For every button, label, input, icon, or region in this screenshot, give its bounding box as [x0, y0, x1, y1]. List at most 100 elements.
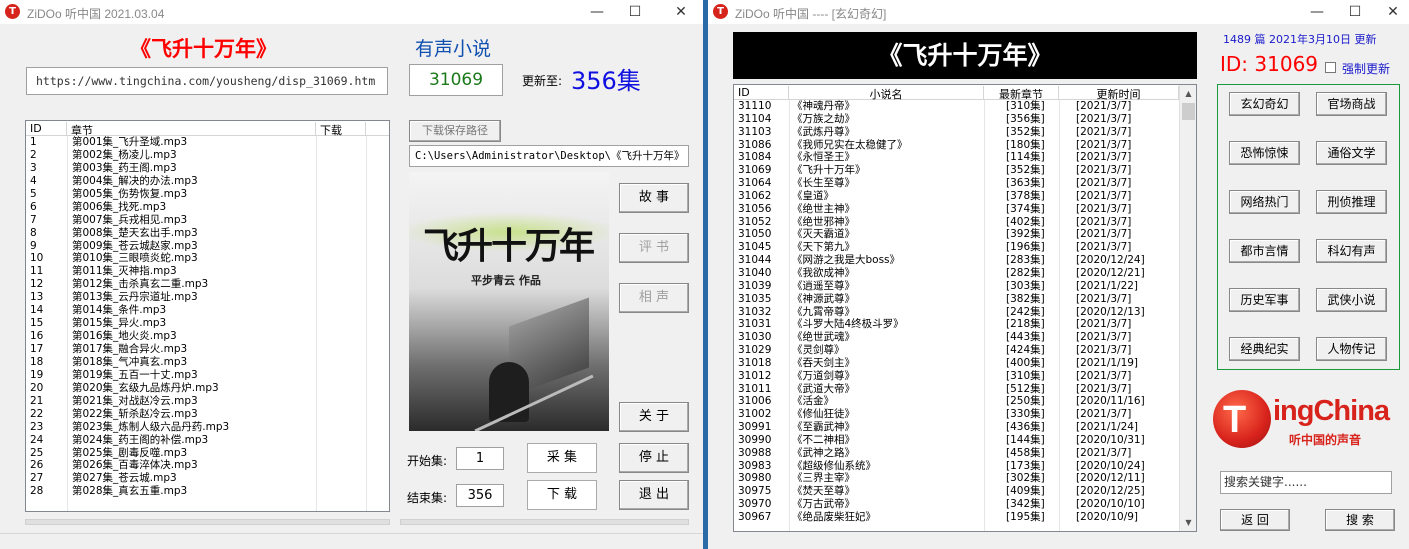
novel-row[interactable]: 31045 《天下第九》 [196集] [2021/3/7]: [734, 241, 1196, 254]
category-button-10[interactable]: 经典纪实: [1229, 337, 1300, 361]
storytelling-button[interactable]: 评 书: [619, 233, 689, 263]
category-button-1[interactable]: 官场商战: [1316, 92, 1387, 116]
novel-row[interactable]: 31044 《网游之我是大boss》 [283集] [2020/12/24]: [734, 254, 1196, 267]
force-update-checkbox[interactable]: [1325, 62, 1336, 73]
category-button-11[interactable]: 人物传记: [1316, 337, 1387, 361]
crosstalk-button[interactable]: 相 声: [619, 283, 689, 313]
novel-row[interactable]: 30980 《三界主宰》 [302集] [2020/12/11]: [734, 472, 1196, 485]
chapter-row[interactable]: 1 第001集_飞升圣域.mp3: [26, 136, 389, 149]
category-button-2[interactable]: 恐怖惊悚: [1229, 141, 1300, 165]
chapter-row[interactable]: 22 第022集_斩杀赵冷云.mp3: [26, 408, 389, 421]
novel-row[interactable]: 30988 《武神之路》 [458集] [2021/3/7]: [734, 447, 1196, 460]
exit-button[interactable]: 退 出: [619, 480, 689, 510]
scroll-up-icon[interactable]: ▲: [1180, 85, 1196, 102]
novel-row[interactable]: 30991 《至霸武神》 [436集] [2021/1/24]: [734, 421, 1196, 434]
col-latest-chapter[interactable]: 最新章节: [984, 86, 1059, 101]
chapter-row[interactable]: 20 第020集_玄级九品炼丹炉.mp3: [26, 382, 389, 395]
start-episode-input[interactable]: 1: [456, 447, 504, 470]
chapter-row[interactable]: 10 第010集_三眼喷炎蛇.mp3: [26, 252, 389, 265]
novel-row[interactable]: 30990 《不二神相》 [144集] [2020/10/31]: [734, 434, 1196, 447]
novel-row[interactable]: 31011 《武道大帝》 [512集] [2021/3/7]: [734, 383, 1196, 396]
category-button-6[interactable]: 都市言情: [1229, 239, 1300, 263]
close-icon[interactable]: ✕: [666, 2, 696, 22]
save-path-button[interactable]: 下载保存路径: [409, 120, 501, 142]
save-path-field[interactable]: C:\Users\Administrator\Desktop\《飞升十万年》: [409, 145, 689, 167]
chapter-row[interactable]: 14 第014集_条件.mp3: [26, 304, 389, 317]
novel-row[interactable]: 31012 《万道剑尊》 [310集] [2021/3/7]: [734, 370, 1196, 383]
chapter-row[interactable]: 26 第026集_百毒淬体决.mp3: [26, 459, 389, 472]
novel-row[interactable]: 31031 《斗罗大陆4终极斗罗》 [218集] [2021/3/7]: [734, 318, 1196, 331]
close-icon[interactable]: ✕: [1378, 2, 1408, 22]
novel-row[interactable]: 31030 《绝世武魂》 [443集] [2021/3/7]: [734, 331, 1196, 344]
novel-row[interactable]: 31062 《皇道》 [378集] [2021/3/7]: [734, 190, 1196, 203]
force-update-label[interactable]: 强制更新: [1342, 60, 1390, 77]
novel-row[interactable]: 31084 《永恒圣王》 [114集] [2021/3/7]: [734, 151, 1196, 164]
novel-row[interactable]: 31069 《飞升十万年》 [352集] [2021/3/7]: [734, 164, 1196, 177]
search-button[interactable]: 搜 索: [1325, 509, 1395, 531]
novel-list[interactable]: ID 小说名 最新章节 更新时间 31110 《神魂丹帝》 [310集] [2021/…: [733, 84, 1197, 532]
chapter-list[interactable]: ID 章节 下载 1 第001集_飞升圣域.mp3 2 第002集_杨凌儿.mp3 3 第…: [25, 120, 390, 512]
chapter-row[interactable]: 12 第012集_击杀真玄二重.mp3: [26, 278, 389, 291]
novel-list-scrollbar[interactable]: ▲ ▼: [1179, 85, 1196, 531]
novel-row[interactable]: 31032 《九霄帝尊》 [242集] [2020/12/13]: [734, 306, 1196, 319]
minimize-icon[interactable]: —: [582, 2, 612, 22]
novel-row[interactable]: 31050 《灭天霸道》 [392集] [2021/3/7]: [734, 228, 1196, 241]
novel-row[interactable]: 31064 《长生至尊》 [363集] [2021/3/7]: [734, 177, 1196, 190]
chapter-row[interactable]: 2 第002集_杨凌儿.mp3: [26, 149, 389, 162]
novel-row[interactable]: 31029 《灵剑尊》 [424集] [2021/3/7]: [734, 344, 1196, 357]
novel-row[interactable]: 31039 《逍遥至尊》 [303集] [2021/1/22]: [734, 280, 1196, 293]
scroll-thumb[interactable]: [1182, 103, 1195, 120]
maximize-icon[interactable]: ☐: [1340, 2, 1370, 22]
novel-row[interactable]: 30983 《超级修仙系统》 [173集] [2020/10/24]: [734, 460, 1196, 473]
chapter-row[interactable]: 8 第008集_楚天玄出手.mp3: [26, 227, 389, 240]
url-input[interactable]: https://www.tingchina.com/yousheng/disp_…: [26, 67, 388, 95]
novel-row[interactable]: 31035 《神源武尊》 [382集] [2021/3/7]: [734, 293, 1196, 306]
chapter-row[interactable]: 6 第006集_找死.mp3: [26, 201, 389, 214]
chapter-row[interactable]: 15 第015集_异火.mp3: [26, 317, 389, 330]
novel-row[interactable]: 31086 《我师兄实在太稳健了》 [180集] [2021/3/7]: [734, 139, 1196, 152]
novel-row[interactable]: 31006 《活金》 [250集] [2020/11/16]: [734, 395, 1196, 408]
novel-row[interactable]: 31110 《神魂丹帝》 [310集] [2021/3/7]: [734, 100, 1196, 113]
novel-row[interactable]: 30967 《绝品废柴狂妃》 [195集] [2020/10/9]: [734, 511, 1196, 524]
stop-button[interactable]: 停 止: [619, 443, 689, 473]
col-download[interactable]: 下载: [316, 122, 366, 137]
novel-row[interactable]: 30975 《焚天至尊》 [409集] [2020/12/25]: [734, 485, 1196, 498]
chapter-row[interactable]: 7 第007集_兵戎相见.mp3: [26, 214, 389, 227]
novel-row[interactable]: 31056 《绝世主神》 [374集] [2021/3/7]: [734, 203, 1196, 216]
download-button[interactable]: 下 载: [527, 480, 597, 510]
scroll-down-icon[interactable]: ▼: [1180, 514, 1196, 531]
category-button-9[interactable]: 武侠小说: [1316, 288, 1387, 312]
search-input[interactable]: 搜索关键字......: [1220, 471, 1392, 494]
collect-button[interactable]: 采 集: [527, 443, 597, 473]
col-id[interactable]: ID: [26, 122, 67, 136]
category-button-0[interactable]: 玄幻奇幻: [1229, 92, 1300, 116]
maximize-icon[interactable]: ☐: [620, 2, 650, 22]
chapter-row[interactable]: 13 第013集_云丹宗道址.mp3: [26, 291, 389, 304]
chapter-row[interactable]: 24 第024集_药王阁的补偿.mp3: [26, 434, 389, 447]
back-button[interactable]: 返 回: [1220, 509, 1290, 531]
chapter-row[interactable]: 11 第011集_灭神指.mp3: [26, 265, 389, 278]
story-button[interactable]: 故 事: [619, 183, 689, 213]
chapter-row[interactable]: 18 第018集_气冲真玄.mp3: [26, 356, 389, 369]
category-button-8[interactable]: 历史军事: [1229, 288, 1300, 312]
novel-row[interactable]: 31040 《我欲成神》 [282集] [2020/12/21]: [734, 267, 1196, 280]
novel-row[interactable]: 31018 《吞天剑主》 [400集] [2021/1/19]: [734, 357, 1196, 370]
chapter-row[interactable]: 9 第009集_苍云城赵家.mp3: [26, 240, 389, 253]
novel-row[interactable]: 31103 《武炼丹尊》 [352集] [2021/3/7]: [734, 126, 1196, 139]
novel-row[interactable]: 31052 《绝世邪神》 [402集] [2021/3/7]: [734, 216, 1196, 229]
novel-row[interactable]: 30970 《万古武帝》 [342集] [2020/10/10]: [734, 498, 1196, 511]
novel-row[interactable]: 31002 《修仙狂徒》 [330集] [2021/3/7]: [734, 408, 1196, 421]
end-episode-input[interactable]: 356: [456, 484, 504, 507]
chapter-row[interactable]: 5 第005集_伤势恢复.mp3: [26, 188, 389, 201]
chapter-row[interactable]: 19 第019集_五百一十丈.mp3: [26, 369, 389, 382]
chapter-row[interactable]: 21 第021集_对战赵冷云.mp3: [26, 395, 389, 408]
category-button-4[interactable]: 网络热门: [1229, 190, 1300, 214]
novel-row[interactable]: 31104 《万族之劫》 [356集] [2021/3/7]: [734, 113, 1196, 126]
col-update-time[interactable]: 更新时间: [1059, 86, 1179, 101]
col-chapter[interactable]: 章节: [67, 122, 316, 137]
category-button-5[interactable]: 刑侦推理: [1316, 190, 1387, 214]
chapter-row[interactable]: 3 第003集_药王阁.mp3: [26, 162, 389, 175]
chapter-row[interactable]: 4 第004集_解决的办法.mp3: [26, 175, 389, 188]
about-button[interactable]: 关 于: [619, 402, 689, 432]
minimize-icon[interactable]: —: [1302, 2, 1332, 22]
